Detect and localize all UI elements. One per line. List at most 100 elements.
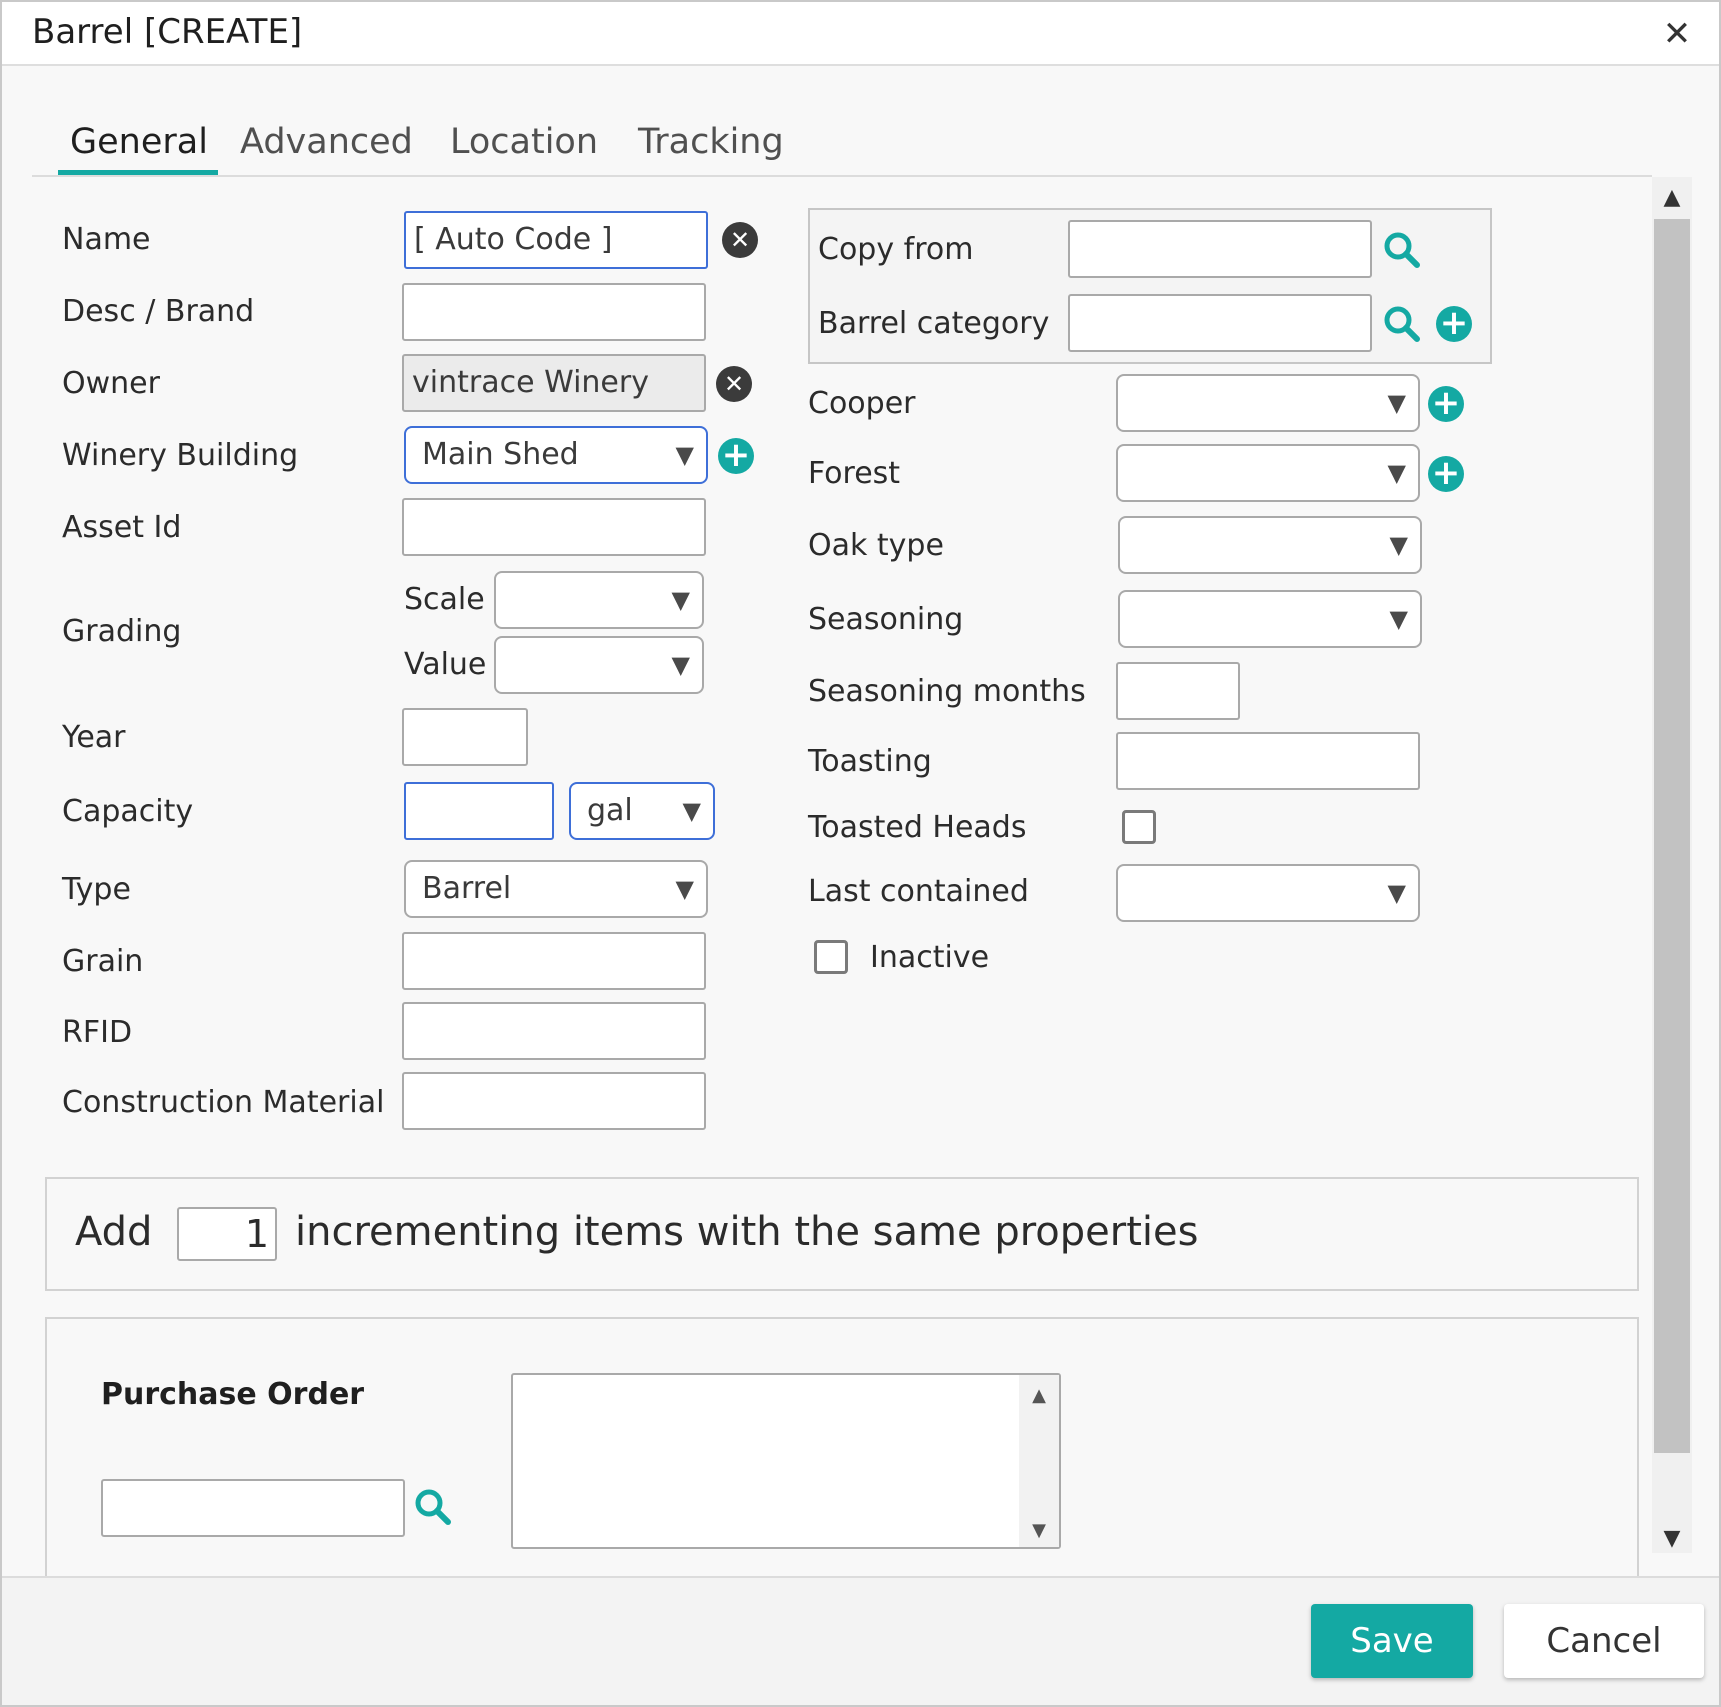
winery-building-label: Winery Building [62, 438, 299, 473]
toasted-heads-checkbox[interactable] [1122, 810, 1156, 844]
dialog-footer: Save Cancel [2, 1576, 1719, 1705]
year-input[interactable] [402, 708, 528, 766]
construction-material-input[interactable] [402, 1072, 706, 1130]
scroll-up-arrow[interactable]: ▲ [1019, 1385, 1059, 1406]
type-value: Barrel [422, 871, 512, 906]
chevron-down-icon: ▼ [1389, 531, 1408, 559]
notes-scrollbar[interactable]: ▲ ▼ [1019, 1375, 1059, 1547]
toasted-heads-label: Toasted Heads [808, 810, 1027, 845]
save-button[interactable]: Save [1311, 1604, 1473, 1678]
grading-scale-label: Scale [404, 582, 485, 617]
seasoning-months-input[interactable] [1116, 662, 1240, 720]
copy-from-input[interactable] [1068, 220, 1372, 278]
copy-from-label: Copy from [818, 232, 974, 267]
incrementing-items-section: Add 1 incrementing items with the same p… [45, 1177, 1639, 1291]
chevron-down-icon: ▼ [671, 586, 690, 614]
name-input[interactable]: [ Auto Code ] [404, 211, 708, 269]
copy-from-panel: Copy from Barrel category + [808, 208, 1492, 364]
grain-label: Grain [62, 944, 144, 979]
cancel-button[interactable]: Cancel [1504, 1604, 1704, 1678]
oak-type-select[interactable]: ▼ [1118, 516, 1422, 574]
name-label: Name [62, 222, 151, 257]
chevron-down-icon: ▼ [1387, 389, 1406, 417]
clear-owner-icon[interactable]: ✕ [716, 366, 752, 402]
owner-input[interactable]: vintrace Winery [402, 354, 706, 412]
capacity-unit-select[interactable]: gal ▼ [569, 782, 715, 840]
barrel-category-input[interactable] [1068, 294, 1372, 352]
type-select[interactable]: Barrel ▼ [404, 860, 708, 918]
tabs-divider [32, 175, 1652, 177]
main-scrollbar[interactable]: ▲ ▼ [1652, 177, 1692, 1553]
tab-general[interactable]: General [70, 122, 208, 162]
scroll-down-arrow[interactable]: ▼ [1019, 1520, 1059, 1541]
purchase-order-label: Purchase Order [101, 1377, 365, 1412]
title-bar: Barrel [CREATE] ✕ [2, 2, 1719, 66]
grading-label: Grading [62, 614, 182, 649]
asset-id-label: Asset Id [62, 510, 182, 545]
cooper-label: Cooper [808, 386, 916, 421]
desc-brand-input[interactable] [402, 283, 706, 341]
cooper-select[interactable]: ▼ [1116, 374, 1420, 432]
chevron-down-icon: ▼ [671, 651, 690, 679]
desc-brand-label: Desc / Brand [62, 294, 255, 329]
capacity-unit-value: gal [587, 793, 633, 828]
tab-advanced[interactable]: Advanced [240, 122, 413, 162]
construction-material-label: Construction Material [62, 1085, 385, 1120]
last-contained-label: Last contained [808, 874, 1029, 909]
add-forest-icon[interactable]: + [1428, 456, 1464, 492]
capacity-label: Capacity [62, 794, 194, 829]
purchase-order-notes[interactable]: ▲ ▼ [511, 1373, 1061, 1549]
incrementing-suffix: incrementing items with the same propert… [295, 1209, 1199, 1255]
tab-location[interactable]: Location [450, 122, 598, 162]
chevron-down-icon: ▼ [1387, 879, 1406, 907]
grading-scale-select[interactable]: ▼ [494, 571, 704, 629]
inactive-label: Inactive [870, 940, 990, 975]
dialog-title: Barrel [CREATE] [32, 12, 303, 52]
rfid-input[interactable] [402, 1002, 706, 1060]
scroll-thumb[interactable] [1654, 219, 1690, 1453]
add-barrel-category-icon[interactable]: + [1436, 306, 1472, 342]
chevron-down-icon: ▼ [1389, 605, 1408, 633]
add-winery-building-icon[interactable]: + [718, 438, 754, 474]
owner-label: Owner [62, 366, 160, 401]
chevron-down-icon: ▼ [1387, 459, 1406, 487]
chevron-down-icon: ▼ [675, 441, 694, 469]
inactive-checkbox[interactable] [814, 940, 848, 974]
search-icon[interactable] [413, 1487, 453, 1527]
close-icon[interactable]: ✕ [1659, 16, 1695, 52]
seasoning-select[interactable]: ▼ [1118, 590, 1422, 648]
asset-id-input[interactable] [402, 498, 706, 556]
incrementing-prefix: Add [75, 1209, 153, 1255]
rfid-label: RFID [62, 1015, 133, 1050]
forest-select[interactable]: ▼ [1116, 444, 1420, 502]
search-icon[interactable] [1382, 230, 1422, 270]
grading-value-label: Value [404, 647, 487, 682]
clear-name-icon[interactable]: ✕ [722, 222, 758, 258]
toasting-input[interactable] [1116, 732, 1420, 790]
grain-input[interactable] [402, 932, 706, 990]
forest-label: Forest [808, 456, 901, 491]
tab-tracking[interactable]: Tracking [638, 122, 784, 162]
active-tab-indicator [58, 170, 218, 175]
grading-value-select[interactable]: ▼ [494, 636, 704, 694]
purchase-order-section: Purchase Order ▲ ▼ [45, 1317, 1639, 1577]
barrel-create-dialog: Barrel [CREATE] ✕ General Advanced Locat… [0, 0, 1721, 1707]
oak-type-label: Oak type [808, 528, 944, 563]
seasoning-months-label: Seasoning months [808, 674, 1086, 709]
chevron-down-icon: ▼ [682, 797, 701, 825]
barrel-category-label: Barrel category [818, 306, 1050, 341]
winery-building-select[interactable]: Main Shed ▼ [404, 426, 708, 484]
winery-building-value: Main Shed [422, 437, 579, 472]
type-label: Type [62, 872, 131, 907]
year-label: Year [62, 720, 126, 755]
search-icon[interactable] [1382, 304, 1422, 344]
last-contained-select[interactable]: ▼ [1116, 864, 1420, 922]
toasting-label: Toasting [808, 744, 932, 779]
purchase-order-input[interactable] [101, 1479, 405, 1537]
scroll-up-arrow[interactable]: ▲ [1652, 185, 1692, 210]
chevron-down-icon: ▼ [675, 875, 694, 903]
scroll-down-arrow[interactable]: ▼ [1652, 1526, 1692, 1551]
add-cooper-icon[interactable]: + [1428, 386, 1464, 422]
incrementing-count-input[interactable]: 1 [177, 1207, 277, 1261]
capacity-input[interactable] [404, 782, 554, 840]
